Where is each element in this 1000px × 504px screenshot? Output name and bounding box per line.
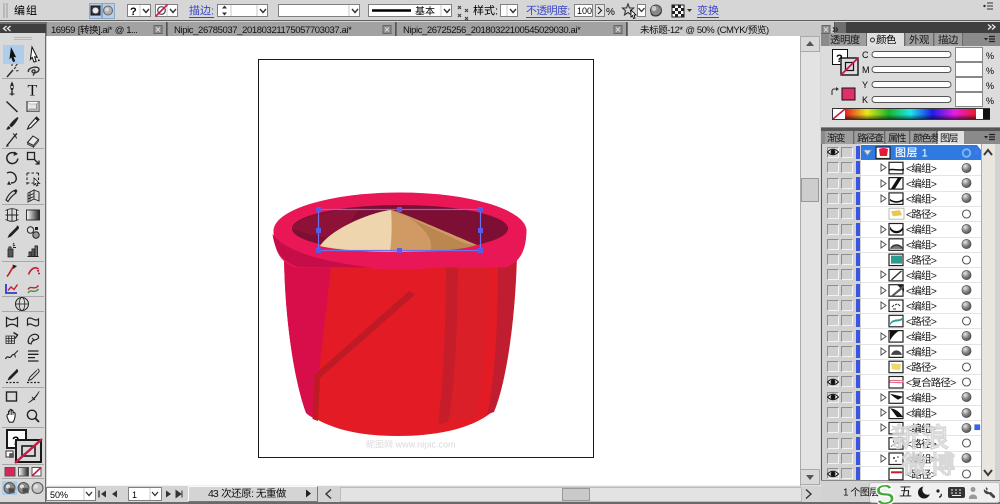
svg-text:<: < xyxy=(906,377,912,389)
svg-text:%: % xyxy=(986,96,994,106)
svg-text:>: > xyxy=(931,178,937,190)
svg-text:Nipic_26725256_201803221005450: Nipic_26725256_20180322100545029030.ai* xyxy=(403,25,581,36)
svg-text:1: 1 xyxy=(922,147,928,159)
svg-text:<: < xyxy=(906,194,912,206)
svg-text:<: < xyxy=(906,178,912,190)
svg-text:>: > xyxy=(931,240,937,252)
svg-text:@: @ xyxy=(115,25,125,36)
svg-text:<: < xyxy=(906,316,912,328)
svg-text:].ai*: ].ai* xyxy=(98,25,113,36)
svg-text:<: < xyxy=(906,163,912,175)
svg-text:<: < xyxy=(906,408,912,420)
svg-text:?: ? xyxy=(130,6,137,18)
svg-text:16959: 16959 xyxy=(51,25,75,36)
svg-text::: : xyxy=(251,488,254,500)
svg-text:<: < xyxy=(906,331,912,343)
svg-text:»: » xyxy=(832,22,839,36)
svg-text:<: < xyxy=(906,224,912,236)
svg-text:M: M xyxy=(862,65,870,75)
svg-text::: : xyxy=(567,5,570,17)
svg-text:>: > xyxy=(931,347,937,359)
svg-text:<: < xyxy=(906,393,912,405)
svg-text:www.nipic.com: www.nipic.com xyxy=(395,440,456,450)
svg-text:%: % xyxy=(986,81,994,91)
svg-text:>: > xyxy=(931,209,937,221)
svg-text:%: % xyxy=(986,66,994,76)
svg-text:Y: Y xyxy=(862,80,868,90)
svg-text:43: 43 xyxy=(208,488,219,500)
svg-text:>: > xyxy=(931,362,937,374)
svg-text:T: T xyxy=(28,83,38,100)
svg-text:>: > xyxy=(931,408,937,420)
svg-text:<: < xyxy=(906,240,912,252)
svg-text:>: > xyxy=(931,224,937,236)
svg-text::: : xyxy=(495,5,498,17)
svg-text:1...: 1... xyxy=(126,25,138,36)
svg-text:): ) xyxy=(766,25,769,36)
svg-text:<: < xyxy=(906,270,912,282)
svg-text:50%: 50% xyxy=(697,25,715,36)
svg-text:50%: 50% xyxy=(50,490,68,500)
svg-text:>: > xyxy=(931,331,937,343)
svg-text:>: > xyxy=(931,285,937,297)
svg-text:<: < xyxy=(906,285,912,297)
svg-text:(CMYK/: (CMYK/ xyxy=(717,25,748,36)
svg-text:>: > xyxy=(931,255,937,267)
svg-text:<: < xyxy=(906,362,912,374)
svg-text:100: 100 xyxy=(577,6,592,16)
svg-text:C: C xyxy=(862,50,869,60)
svg-text:>: > xyxy=(931,301,937,313)
svg-text:<: < xyxy=(906,209,912,221)
svg-text:>: > xyxy=(931,163,937,175)
svg-text:@: @ xyxy=(685,25,695,36)
svg-text:%: % xyxy=(986,51,994,61)
svg-text:>: > xyxy=(950,377,956,389)
svg-text:%: % xyxy=(606,7,615,18)
svg-text:1: 1 xyxy=(132,490,137,500)
svg-text:<: < xyxy=(906,347,912,359)
svg-text:>: > xyxy=(931,393,937,405)
svg-text:<: < xyxy=(906,301,912,313)
svg-text:<: < xyxy=(906,255,912,267)
svg-text:S: S xyxy=(873,478,897,504)
svg-text:>: > xyxy=(931,194,937,206)
svg-text:K: K xyxy=(862,95,868,105)
svg-text:Nipic_26785037_201803211750577: Nipic_26785037_20180321175057703037.ai* xyxy=(174,25,352,36)
svg-text::: : xyxy=(211,5,214,17)
svg-text:>: > xyxy=(931,316,937,328)
svg-text:[: [ xyxy=(78,25,81,36)
svg-text:1: 1 xyxy=(843,488,849,499)
svg-text:>: > xyxy=(931,270,937,282)
svg-text:-12*: -12* xyxy=(667,25,683,36)
